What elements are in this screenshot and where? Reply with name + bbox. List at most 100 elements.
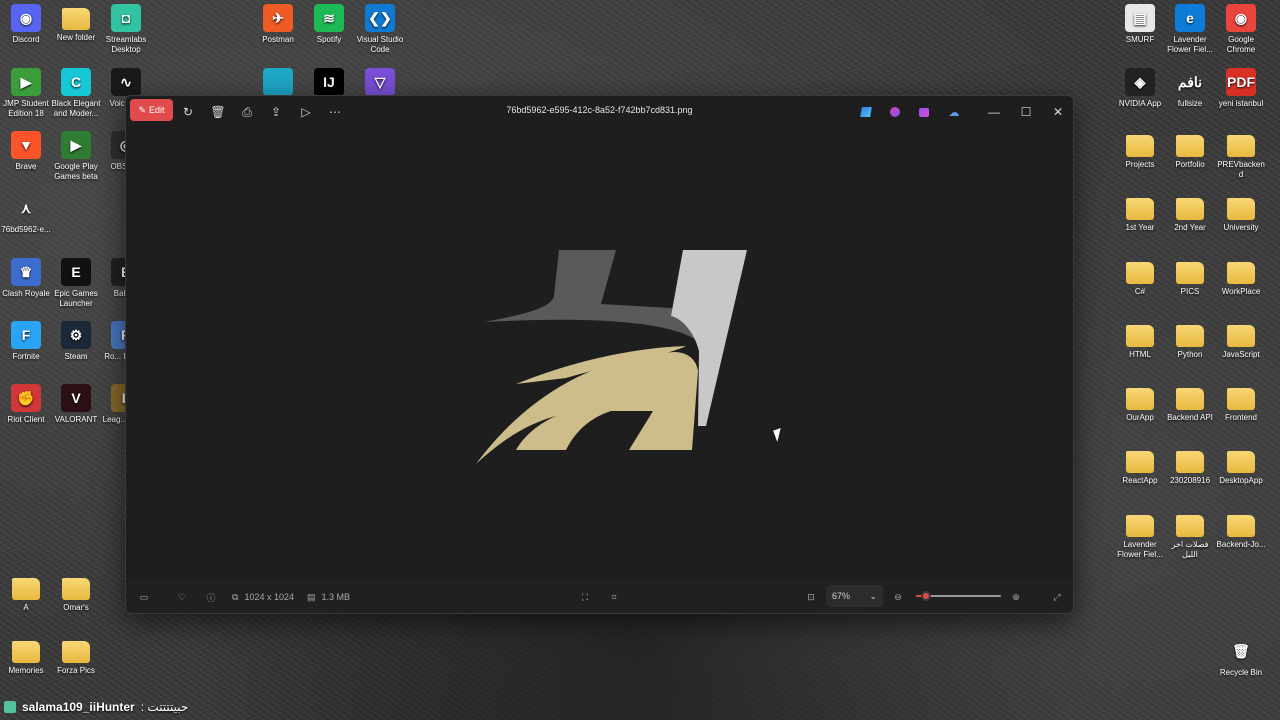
desktop-icon-label: 2nd Year [1174, 223, 1206, 232]
desktop-icon-label: Lavender Flower Fiel... [1167, 35, 1213, 54]
crop-button[interactable]: ⛶ [577, 589, 593, 605]
dimensions-icon: ⧉ [232, 591, 239, 602]
folder-icon [1176, 198, 1204, 220]
desktop-icon-html[interactable]: HTML [1114, 321, 1166, 360]
desktop-icon-1st-year[interactable]: 1st Year [1114, 194, 1166, 233]
desktop-icon-desktopapp[interactable]: DesktopApp [1215, 447, 1267, 486]
desktop-icon-clash-royale[interactable]: ♛ Clash Royale [0, 258, 52, 299]
desktop-icon-label: Google Play Games beta [54, 162, 98, 181]
desktop-icon-epic-games-launcher[interactable]: E Epic Games Launcher [50, 258, 102, 309]
chat-overlay: salama109_iiHunter : حبيتتتتت [0, 697, 240, 717]
desktop-icon-forza-pics[interactable]: Forza Pics [50, 637, 102, 676]
desktop-icon-postman[interactable]: ✈ Postman [252, 4, 304, 45]
desktop-icon-google-play-games-beta[interactable]: ▶ Google Play Games beta [50, 131, 102, 182]
desktop-icon-reactapp[interactable]: ReactApp [1114, 447, 1166, 486]
desktop-icon-recycle-bin[interactable]: 🗑 Recycle Bin [1215, 637, 1267, 678]
displayed-image [476, 250, 747, 464]
desktop-icon-black-elegant-and-moder[interactable]: C Black Elegant and Moder... [50, 68, 102, 119]
app-icon [263, 68, 293, 96]
zoom-out-icon: ⊖ [894, 591, 902, 602]
desktop-icon-fullsize[interactable]: نافم fullsize [1164, 68, 1216, 109]
zoom-slider-thumb[interactable] [921, 591, 932, 601]
actual-size-button[interactable]: ⊡ [803, 589, 819, 605]
filmstrip-button[interactable]: ▭ [136, 589, 152, 605]
desktop-icon-memories[interactable]: Memories [0, 637, 52, 676]
app-icon: ✊ [11, 384, 41, 412]
desktop-icon-streamlabs-desktop[interactable]: ◘ Streamlabs Desktop [100, 4, 152, 55]
desktop-icon-discord[interactable]: ◉ Discord [0, 4, 52, 45]
desktop-icon-university[interactable]: University [1215, 194, 1267, 233]
folder-icon [1227, 198, 1255, 220]
folder-icon [12, 641, 40, 663]
app-icon: ◉ [1226, 4, 1256, 32]
image-viewer[interactable] [126, 126, 1073, 581]
fullscreen-button[interactable]: ⤢ [1049, 589, 1065, 605]
folder-icon [1126, 515, 1154, 537]
desktop-icon-brave[interactable]: ▼ Brave [0, 131, 52, 172]
desktop-icon-new-folder[interactable]: New folder [50, 4, 102, 43]
desktop-icon-smurf[interactable]: ▤ SMURF [1114, 4, 1166, 45]
app-icon: ♛ [11, 258, 41, 286]
desktop-icon-a[interactable]: A [0, 574, 52, 613]
app-icon: E [61, 258, 91, 286]
folder-icon [1227, 451, 1255, 473]
close-button[interactable]: ✕ [1046, 101, 1070, 123]
minimize-button[interactable]: — [982, 101, 1006, 123]
desktop-icon-nvidia-app[interactable]: ◈ NVIDIA App [1114, 68, 1166, 109]
desktop-icon-label: Projects [1125, 160, 1155, 169]
clipchamp-button[interactable] [883, 101, 907, 123]
desktop-icon-76bd5962-e[interactable]: ⋏ 76bd5962-e... [0, 194, 52, 235]
desktop-icon-javascript[interactable]: JavaScript [1215, 321, 1267, 360]
desktop-icon-label: Frontend [1224, 413, 1258, 422]
app-icon: ✈ [263, 4, 293, 32]
desktop-icon-label: Backend-Jo... [1216, 540, 1266, 549]
desktop-icon-workplace[interactable]: WorkPlace [1215, 258, 1267, 297]
desktop-icon-230208916[interactable]: 230208916 [1164, 447, 1216, 486]
scan-text-button[interactable]: ⌗ [606, 589, 622, 605]
maximize-button[interactable]: ☐ [1014, 101, 1038, 123]
app-icon: ⚙ [61, 321, 91, 349]
desktop-icon-label: Black Elegant and Moder... [51, 99, 101, 118]
designer-button[interactable] [854, 101, 878, 123]
desktop-icon-valorant[interactable]: V VALORANT [50, 384, 102, 425]
desktop-icon-prevbackend[interactable]: PREVbackend [1215, 131, 1267, 180]
desktop-icon-pics[interactable]: PICS [1164, 258, 1216, 297]
desktop-icon-label: 76bd5962-e... [1, 225, 51, 234]
desktop-icon-spotify[interactable]: ≋ Spotify [303, 4, 355, 45]
desktop-icon-label: OurApp [1126, 413, 1154, 422]
desktop-icon-lavender-flower-fiel[interactable]: Lavender Flower Fiel... [1114, 511, 1166, 560]
desktop-icon-c[interactable]: C# [1114, 258, 1166, 297]
video-editor-button[interactable] [912, 101, 936, 123]
zoom-out-button[interactable]: ⊖ [890, 589, 906, 605]
zoom-slider[interactable] [916, 591, 1001, 601]
app-icon: e [1175, 4, 1205, 32]
desktop-icon-riot-client[interactable]: ✊ Riot Client [0, 384, 52, 425]
desktop-icon-google-chrome[interactable]: ◉ Google Chrome [1215, 4, 1267, 55]
desktop-icon-backend-jo[interactable]: Backend-Jo... [1215, 511, 1267, 550]
app-icon: ▼ [11, 131, 41, 159]
folder-icon [1126, 135, 1154, 157]
desktop-icon-frontend[interactable]: Frontend [1215, 384, 1267, 423]
zoom-dropdown[interactable]: 67% ⌄ [826, 585, 883, 607]
desktop-icon-item[interactable]: فصلات اخر الليل [1164, 511, 1216, 560]
desktop-icon-jmp-student-edition-18[interactable]: ▶ JMP Student Edition 18 [0, 68, 52, 119]
desktop-icon-python[interactable]: Python [1164, 321, 1216, 360]
desktop-icon-omar-s[interactable]: Omar's [50, 574, 102, 613]
onedrive-button[interactable]: ☁ [942, 101, 966, 123]
favorite-button[interactable]: ♡ [174, 589, 190, 605]
desktop-icon-projects[interactable]: Projects [1114, 131, 1166, 170]
desktop-icon-label: Fortnite [12, 352, 40, 361]
desktop-icon-lavender-flower-fiel[interactable]: e Lavender Flower Fiel... [1164, 4, 1216, 55]
desktop-icon-label: Portfolio [1175, 160, 1205, 169]
desktop-icon-portfolio[interactable]: Portfolio [1164, 131, 1216, 170]
desktop-icon-2nd-year[interactable]: 2nd Year [1164, 194, 1216, 233]
desktop-icon-backend-api[interactable]: Backend API [1164, 384, 1216, 423]
desktop-icon-label: PREVbackend [1217, 160, 1265, 179]
desktop-icon-visual-studio-code[interactable]: ❮❯ Visual Studio Code [354, 4, 406, 55]
zoom-in-button[interactable]: ⊕ [1008, 589, 1024, 605]
desktop-icon-fortnite[interactable]: F Fortnite [0, 321, 52, 362]
desktop-icon-steam[interactable]: ⚙ Steam [50, 321, 102, 362]
info-button[interactable]: ⓘ [203, 589, 219, 605]
desktop-icon-ourapp[interactable]: OurApp [1114, 384, 1166, 423]
desktop-icon-yeni-istanbul[interactable]: PDF yeni istanbul [1215, 68, 1267, 109]
